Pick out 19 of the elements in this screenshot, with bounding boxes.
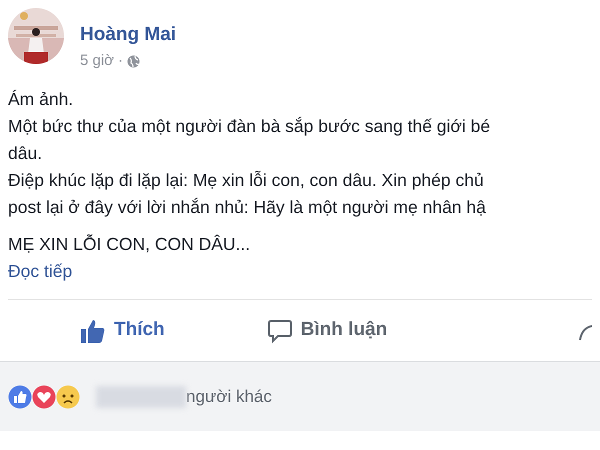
post-text-line: Điệp khúc lặp đi lặp lại: Mẹ xin lỗi con, con dâu. Xin phép chủ bbox=[8, 170, 484, 190]
read-more-link[interactable]: Đọc tiếp bbox=[8, 261, 72, 281]
post-text-line: dâu. bbox=[8, 143, 42, 163]
author-name[interactable]: Hoàng Mai bbox=[80, 24, 176, 46]
separator-dot: · bbox=[118, 51, 124, 71]
post-text-line: MẸ XIN LỖI CON, CON DÂU... bbox=[8, 234, 250, 254]
thumbs-up-icon bbox=[80, 318, 106, 344]
speech-bubble-icon bbox=[266, 318, 293, 344]
like-reaction-icon bbox=[8, 384, 32, 408]
like-button[interactable]: Thích bbox=[56, 312, 171, 349]
sad-face-icon bbox=[56, 384, 80, 408]
post-text-line: post lại ở đây với lời nhắn nhủ: Hãy là một người mẹ nhân hậ bbox=[8, 197, 486, 217]
post-text-line: Một bức thư của một người đàn bà sắp bước sang thế giới bé bbox=[8, 116, 490, 136]
reaction-summary[interactable]: người khác bbox=[186, 384, 272, 410]
love-reaction-icon bbox=[32, 384, 56, 408]
comment-button[interactable]: Bình luận bbox=[218, 312, 394, 349]
globe-icon[interactable] bbox=[127, 54, 140, 68]
post-time[interactable]: 5 giờ bbox=[80, 50, 114, 72]
post-text-line: Ám ảnh. bbox=[8, 89, 74, 109]
